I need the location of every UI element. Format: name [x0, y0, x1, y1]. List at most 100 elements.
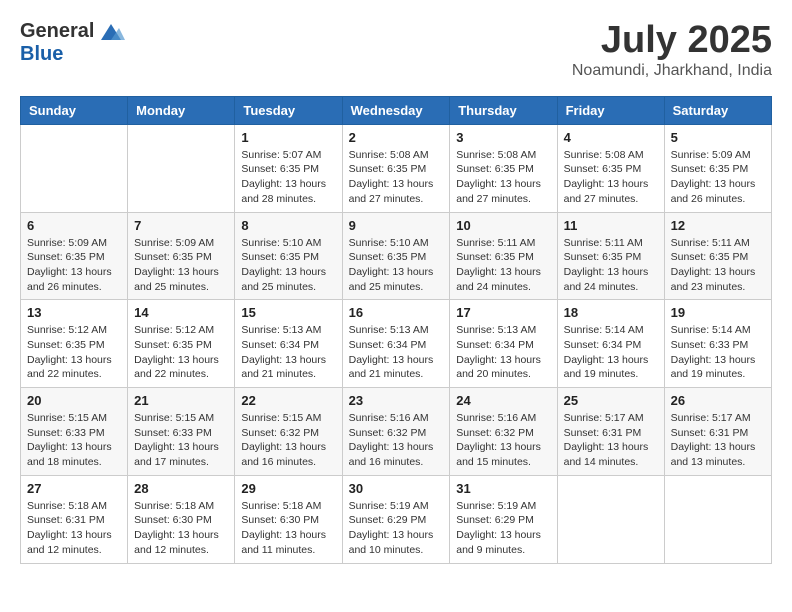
calendar-cell: 21 Sunrise: 5:15 AM Sunset: 6:33 PM Dayli…: [128, 388, 235, 476]
weekday-header-wednesday: Wednesday: [342, 96, 450, 124]
day-info: Sunrise: 5:15 AM Sunset: 6:33 PM Dayligh…: [27, 411, 121, 470]
calendar-cell: 2Sunrise: 5:08 AM Sunset: 6:35 PM Daylig…: [342, 124, 450, 212]
day-info: Sunrise: 5:07 AM Sunset: 6:35 PM Dayligh…: [241, 148, 335, 207]
day-number: 19: [671, 305, 765, 320]
day-info: Sunrise: 5:14 AM Sunset: 6:33 PM Dayligh…: [671, 323, 765, 382]
day-info: Sunrise: 5:11 AM Sunset: 6:35 PM Dayligh…: [564, 236, 658, 295]
calendar-week-row: 27Sunrise: 5:18 AM Sunset: 6:31 PM Dayli…: [21, 475, 772, 563]
day-info: Sunrise: 5:08 AM Sunset: 6:35 PM Dayligh…: [456, 148, 550, 207]
calendar-cell: 26 Sunrise: 5:17 AM Sunset: 6:31 PM Dayli…: [664, 388, 771, 476]
calendar-cell: 19 Sunrise: 5:14 AM Sunset: 6:33 PM Dayli…: [664, 300, 771, 388]
day-info: Sunrise: 5:09 AM Sunset: 6:35 PM Dayligh…: [27, 236, 121, 295]
day-info: Sunrise: 5:09 AM Sunset: 6:35 PM Dayligh…: [671, 148, 765, 207]
calendar-cell: 29 Sunrise: 5:18 AM Sunset: 6:30 PM Dayli…: [235, 475, 342, 563]
calendar-cell: 25Sunrise: 5:17 AM Sunset: 6:31 PM Dayli…: [557, 388, 664, 476]
logo: General Blue: [20, 20, 125, 66]
day-number: 14: [134, 305, 228, 320]
day-info: Sunrise: 5:10 AM Sunset: 6:35 PM Dayligh…: [349, 236, 444, 295]
calendar-cell: 28 Sunrise: 5:18 AM Sunset: 6:30 PM Dayli…: [128, 475, 235, 563]
day-info: Sunrise: 5:08 AM Sunset: 6:35 PM Dayligh…: [349, 148, 444, 207]
day-number: 29: [241, 481, 335, 496]
day-number: 5: [671, 130, 765, 145]
calendar-week-row: 1 Sunrise: 5:07 AM Sunset: 6:35 PM Daylig…: [21, 124, 772, 212]
logo-icon: [97, 22, 125, 42]
weekday-header-tuesday: Tuesday: [235, 96, 342, 124]
day-number: 21: [134, 393, 228, 408]
weekday-header-thursday: Thursday: [450, 96, 557, 124]
calendar-cell: 14 Sunrise: 5:12 AM Sunset: 6:35 PM Dayli…: [128, 300, 235, 388]
day-info: Sunrise: 5:18 AM Sunset: 6:30 PM Dayligh…: [241, 499, 335, 558]
calendar-cell: 27Sunrise: 5:18 AM Sunset: 6:31 PM Dayli…: [21, 475, 128, 563]
calendar-cell: 15 Sunrise: 5:13 AM Sunset: 6:34 PM Dayli…: [235, 300, 342, 388]
month-title: July 2025: [572, 20, 772, 62]
calendar-week-row: 13 Sunrise: 5:12 AM Sunset: 6:35 PM Dayli…: [21, 300, 772, 388]
calendar-cell: 20 Sunrise: 5:15 AM Sunset: 6:33 PM Dayli…: [21, 388, 128, 476]
day-info: Sunrise: 5:11 AM Sunset: 6:35 PM Dayligh…: [456, 236, 550, 295]
calendar-cell: 13 Sunrise: 5:12 AM Sunset: 6:35 PM Dayli…: [21, 300, 128, 388]
day-number: 13: [27, 305, 121, 320]
location: Noamundi, Jharkhand, India: [572, 62, 772, 80]
calendar-cell: 5 Sunrise: 5:09 AM Sunset: 6:35 PM Daylig…: [664, 124, 771, 212]
calendar-week-row: 20 Sunrise: 5:15 AM Sunset: 6:33 PM Dayli…: [21, 388, 772, 476]
day-number: 11: [564, 218, 658, 233]
calendar-cell: [664, 475, 771, 563]
day-info: Sunrise: 5:12 AM Sunset: 6:35 PM Dayligh…: [134, 323, 228, 382]
day-number: 18: [564, 305, 658, 320]
calendar-cell: 31Sunrise: 5:19 AM Sunset: 6:29 PM Dayli…: [450, 475, 557, 563]
day-info: Sunrise: 5:13 AM Sunset: 6:34 PM Dayligh…: [456, 323, 550, 382]
day-number: 15: [241, 305, 335, 320]
title-block: July 2025 Noamundi, Jharkhand, India: [572, 20, 772, 80]
day-info: Sunrise: 5:12 AM Sunset: 6:35 PM Dayligh…: [27, 323, 121, 382]
day-number: 9: [349, 218, 444, 233]
day-number: 1: [241, 130, 335, 145]
calendar-cell: 11 Sunrise: 5:11 AM Sunset: 6:35 PM Dayli…: [557, 212, 664, 300]
day-number: 28: [134, 481, 228, 496]
day-number: 20: [27, 393, 121, 408]
day-number: 16: [349, 305, 444, 320]
day-info: Sunrise: 5:17 AM Sunset: 6:31 PM Dayligh…: [564, 411, 658, 470]
calendar-cell: 17 Sunrise: 5:13 AM Sunset: 6:34 PM Dayli…: [450, 300, 557, 388]
calendar-cell: [21, 124, 128, 212]
calendar-cell: 6Sunrise: 5:09 AM Sunset: 6:35 PM Daylig…: [21, 212, 128, 300]
calendar-cell: 10 Sunrise: 5:11 AM Sunset: 6:35 PM Dayli…: [450, 212, 557, 300]
day-info: Sunrise: 5:17 AM Sunset: 6:31 PM Dayligh…: [671, 411, 765, 470]
calendar-cell: 1 Sunrise: 5:07 AM Sunset: 6:35 PM Daylig…: [235, 124, 342, 212]
day-number: 8: [241, 218, 335, 233]
calendar-cell: 8 Sunrise: 5:10 AM Sunset: 6:35 PM Daylig…: [235, 212, 342, 300]
calendar-cell: 9 Sunrise: 5:10 AM Sunset: 6:35 PM Daylig…: [342, 212, 450, 300]
page-header: General Blue July 2025 Noamundi, Jharkha…: [20, 20, 772, 80]
day-number: 23: [349, 393, 444, 408]
weekday-header-sunday: Sunday: [21, 96, 128, 124]
weekday-header-friday: Friday: [557, 96, 664, 124]
weekday-header-saturday: Saturday: [664, 96, 771, 124]
calendar-cell: 16Sunrise: 5:13 AM Sunset: 6:34 PM Dayli…: [342, 300, 450, 388]
day-info: Sunrise: 5:16 AM Sunset: 6:32 PM Dayligh…: [349, 411, 444, 470]
day-info: Sunrise: 5:19 AM Sunset: 6:29 PM Dayligh…: [349, 499, 444, 558]
day-info: Sunrise: 5:15 AM Sunset: 6:32 PM Dayligh…: [241, 411, 335, 470]
day-info: Sunrise: 5:08 AM Sunset: 6:35 PM Dayligh…: [564, 148, 658, 207]
day-info: Sunrise: 5:18 AM Sunset: 6:31 PM Dayligh…: [27, 499, 121, 558]
day-info: Sunrise: 5:13 AM Sunset: 6:34 PM Dayligh…: [241, 323, 335, 382]
day-info: Sunrise: 5:15 AM Sunset: 6:33 PM Dayligh…: [134, 411, 228, 470]
day-info: Sunrise: 5:10 AM Sunset: 6:35 PM Dayligh…: [241, 236, 335, 295]
day-number: 30: [349, 481, 444, 496]
calendar-table: SundayMondayTuesdayWednesdayThursdayFrid…: [20, 96, 772, 564]
calendar-cell: 30 Sunrise: 5:19 AM Sunset: 6:29 PM Dayli…: [342, 475, 450, 563]
calendar-cell: 18 Sunrise: 5:14 AM Sunset: 6:34 PM Dayli…: [557, 300, 664, 388]
logo-general-text: General: [20, 20, 94, 43]
day-info: Sunrise: 5:16 AM Sunset: 6:32 PM Dayligh…: [456, 411, 550, 470]
day-number: 26: [671, 393, 765, 408]
day-number: 3: [456, 130, 550, 145]
weekday-header-row: SundayMondayTuesdayWednesdayThursdayFrid…: [21, 96, 772, 124]
day-number: 31: [456, 481, 550, 496]
logo-blue-text: Blue: [20, 43, 63, 66]
calendar-cell: [128, 124, 235, 212]
day-info: Sunrise: 5:14 AM Sunset: 6:34 PM Dayligh…: [564, 323, 658, 382]
calendar-cell: 4Sunrise: 5:08 AM Sunset: 6:35 PM Daylig…: [557, 124, 664, 212]
day-number: 17: [456, 305, 550, 320]
day-info: Sunrise: 5:18 AM Sunset: 6:30 PM Dayligh…: [134, 499, 228, 558]
weekday-header-monday: Monday: [128, 96, 235, 124]
day-number: 10: [456, 218, 550, 233]
day-info: Sunrise: 5:11 AM Sunset: 6:35 PM Dayligh…: [671, 236, 765, 295]
calendar-cell: 23 Sunrise: 5:16 AM Sunset: 6:32 PM Dayli…: [342, 388, 450, 476]
